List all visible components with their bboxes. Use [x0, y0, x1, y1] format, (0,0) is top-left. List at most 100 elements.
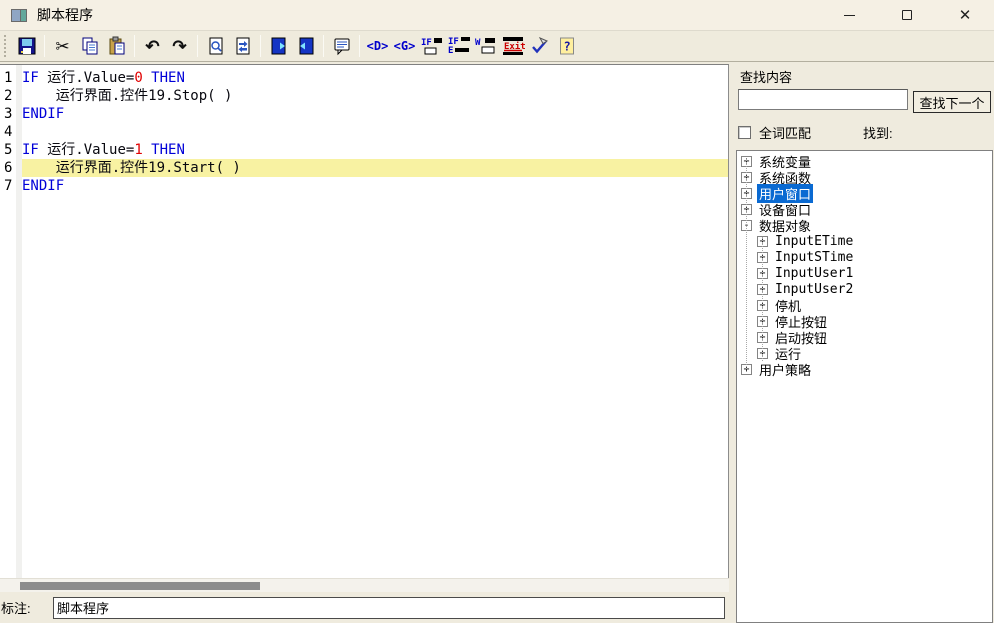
whole-word-label: 全词匹配 — [759, 123, 811, 142]
page-magnifier-icon — [206, 36, 226, 56]
tree-item-InputUser1[interactable]: +InputUser1 — [737, 265, 992, 281]
minimize-icon — [844, 15, 855, 16]
code-line-5[interactable]: 5IF 运行.Value=1 THEN — [0, 141, 728, 159]
code-line-7[interactable]: 7ENDIF — [0, 177, 728, 195]
close-icon: ✕ — [959, 8, 972, 23]
svg-text:IF: IF — [421, 38, 432, 48]
while-icon: W — [474, 36, 498, 56]
code-line-2[interactable]: 2 运行界面.控件19.Stop( ) — [0, 87, 728, 105]
svg-text:E: E — [448, 46, 453, 56]
tree-item-label: 用户策略 — [757, 360, 813, 379]
syntax-check-button[interactable] — [526, 33, 553, 59]
line-number: 4 — [0, 123, 22, 141]
page-arrows-icon — [233, 36, 253, 56]
code-line-6[interactable]: 6 运行界面.控件19.Start( ) — [0, 159, 728, 177]
if-then-button[interactable]: IF — [418, 33, 445, 59]
code-editor[interactable]: 1IF 运行.Value=0 THEN2 运行界面.控件19.Stop( )3E… — [0, 64, 729, 578]
comment-icon — [332, 36, 352, 56]
line-number: 6 — [0, 159, 22, 177]
toolbar: ✂ ↶ ↷ <D><G> IF IFEW Exit? — [0, 30, 994, 62]
print-preview-button[interactable] — [202, 33, 229, 59]
page-back-icon — [296, 36, 316, 56]
horizontal-scrollbar[interactable] — [0, 578, 729, 592]
save-button[interactable] — [13, 33, 40, 59]
code-text: IF 运行.Value=1 THEN — [22, 141, 728, 159]
code-text: ENDIF — [22, 177, 728, 195]
undo-icon: ↶ — [145, 38, 159, 55]
whole-word-checkbox[interactable] — [738, 126, 751, 139]
indent-left-button[interactable] — [292, 33, 319, 59]
line-number: 3 — [0, 105, 22, 123]
toolbar-separator — [359, 35, 360, 57]
find-next-button[interactable]: 查找下一个 — [913, 91, 991, 113]
tag-icon: <G> — [394, 39, 416, 53]
page-forward-icon — [269, 36, 289, 56]
window-controls: ✕ — [820, 0, 994, 30]
object-tree[interactable]: +系统变量+系统函数+用户窗口+设备窗口-数据对象+InputETime+Inp… — [736, 150, 993, 623]
tree-item-label: InputETime — [773, 234, 855, 249]
tree-item-label: 数据对象 — [757, 216, 813, 235]
search-panel: 查找内容 查找下一个 全词匹配 找到: +系统变量+系统函数+用户窗口+设备窗口… — [736, 62, 994, 623]
minimize-button[interactable] — [820, 0, 878, 30]
maximize-button[interactable] — [878, 0, 936, 30]
toolbar-separator — [260, 35, 261, 57]
copy-button[interactable] — [76, 33, 103, 59]
scrollbar-thumb[interactable] — [20, 582, 260, 590]
toolbar-gripper[interactable] — [4, 35, 8, 57]
insert-data-tag-button[interactable]: <D> — [364, 33, 391, 59]
code-text: IF 运行.Value=0 THEN — [22, 69, 728, 87]
svg-text:?: ? — [563, 40, 570, 54]
while-button[interactable]: W — [472, 33, 499, 59]
tree-item-data-objects[interactable]: -数据对象 — [737, 217, 992, 233]
line-number: 1 — [0, 69, 22, 87]
insert-global-tag-button[interactable]: <G> — [391, 33, 418, 59]
scissors-icon: ✂ — [55, 38, 69, 55]
format-code-button[interactable] — [229, 33, 256, 59]
if-else-button[interactable]: IFE — [445, 33, 472, 59]
cut-button[interactable]: ✂ — [49, 33, 76, 59]
if-then-icon: IF — [420, 36, 444, 56]
code-line-1[interactable]: 1IF 运行.Value=0 THEN — [0, 69, 728, 87]
tree-item-InputETime[interactable]: +InputETime — [737, 233, 992, 249]
code-text: 运行界面.控件19.Start( ) — [22, 159, 728, 177]
search-input[interactable] — [738, 89, 908, 110]
code-text — [22, 123, 728, 141]
toolbar-separator — [197, 35, 198, 57]
app-icon — [11, 9, 27, 22]
code-line-4[interactable]: 4 — [0, 123, 728, 141]
line-number: 5 — [0, 141, 22, 159]
tree-item-InputSTime[interactable]: +InputSTime — [737, 249, 992, 265]
exit-icon: Exit — [501, 36, 525, 56]
toolbar-separator — [134, 35, 135, 57]
tree-connector — [746, 159, 747, 369]
help-icon: ? — [557, 36, 577, 56]
maximize-icon — [902, 10, 912, 20]
close-button[interactable]: ✕ — [936, 0, 994, 30]
svg-text:W: W — [475, 38, 481, 48]
code-line-3[interactable]: 3ENDIF — [0, 105, 728, 123]
tree-connector — [762, 237, 763, 361]
indent-right-button[interactable] — [265, 33, 292, 59]
tree-item-user-strategies[interactable]: +用户策略 — [737, 361, 992, 377]
tree-item-label: InputSTime — [773, 250, 855, 265]
toolbar-separator — [323, 35, 324, 57]
exit-button[interactable]: Exit — [499, 33, 526, 59]
paste-button[interactable] — [103, 33, 130, 59]
found-label: 找到: — [863, 123, 893, 142]
undo-button[interactable]: ↶ — [139, 33, 166, 59]
help-button[interactable]: ? — [553, 33, 580, 59]
footer-bar: 标注: — [0, 592, 729, 623]
window-title: 脚本程序 — [37, 5, 93, 25]
match-options-row: 全词匹配 找到: — [738, 124, 992, 140]
comment-button[interactable] — [328, 33, 355, 59]
script-editor-window: 脚本程序 ✕ ✂↶↷<D><G>IFIFEWExit? 1IF 运行.Value… — [0, 0, 994, 623]
line-number: 7 — [0, 177, 22, 195]
check-pen-icon — [530, 36, 550, 56]
copy-icon — [80, 36, 100, 56]
redo-button[interactable]: ↷ — [166, 33, 193, 59]
note-input[interactable] — [53, 597, 725, 619]
tree-item-label: InputUser2 — [773, 282, 855, 297]
code-text: 运行界面.控件19.Stop( ) — [22, 87, 728, 105]
redo-icon: ↷ — [172, 38, 186, 55]
find-content-label: 查找内容 — [740, 67, 792, 86]
